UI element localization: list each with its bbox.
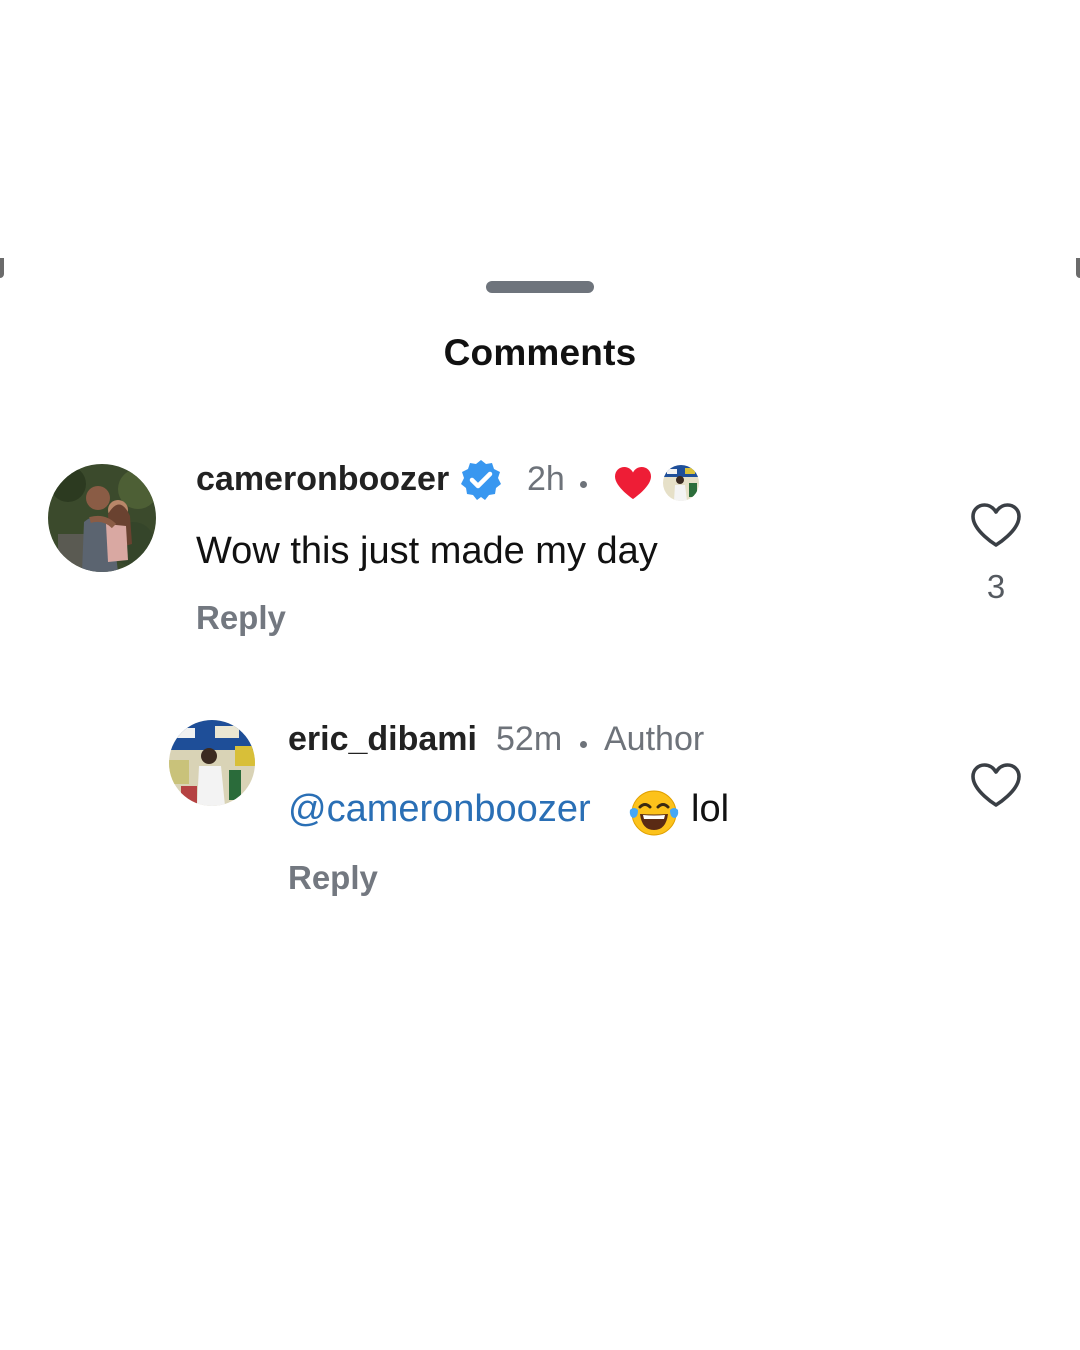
author-badge: Author	[604, 720, 705, 758]
author-mini-avatar	[663, 465, 699, 501]
like-heart-outline-icon[interactable]	[970, 502, 1022, 548]
drag-handle[interactable]	[486, 281, 594, 293]
page-title: Comments	[443, 332, 637, 373]
commenter-avatar[interactable]	[48, 464, 156, 572]
separator-dot	[580, 741, 587, 748]
comment-username[interactable]: cameronboozer	[196, 460, 449, 499]
reply-body: @cameronboozer	[288, 788, 591, 831]
comment-body: Wow this just made my day	[196, 530, 658, 572]
comment-time: 2h	[527, 460, 565, 498]
reply-time: 52m	[496, 720, 563, 758]
face-with-tears-of-joy-emoji	[629, 790, 679, 836]
like-heart-outline-icon[interactable]	[970, 762, 1022, 808]
like-count: 3	[986, 568, 1006, 605]
separator-dot	[580, 481, 587, 488]
mention-link[interactable]: @cameronboozer	[288, 788, 591, 830]
reply-button[interactable]: Reply	[196, 599, 286, 637]
verified-badge-icon	[461, 460, 501, 500]
sheet-corner-left	[0, 258, 4, 278]
reply-button[interactable]: Reply	[288, 859, 378, 897]
red-heart-icon	[615, 467, 651, 499]
sheet-corner-right	[1076, 258, 1080, 278]
reply-text-after: lol	[691, 788, 730, 830]
reply-commenter-avatar[interactable]	[169, 720, 255, 806]
reply-username[interactable]: eric_dibami	[288, 720, 477, 759]
